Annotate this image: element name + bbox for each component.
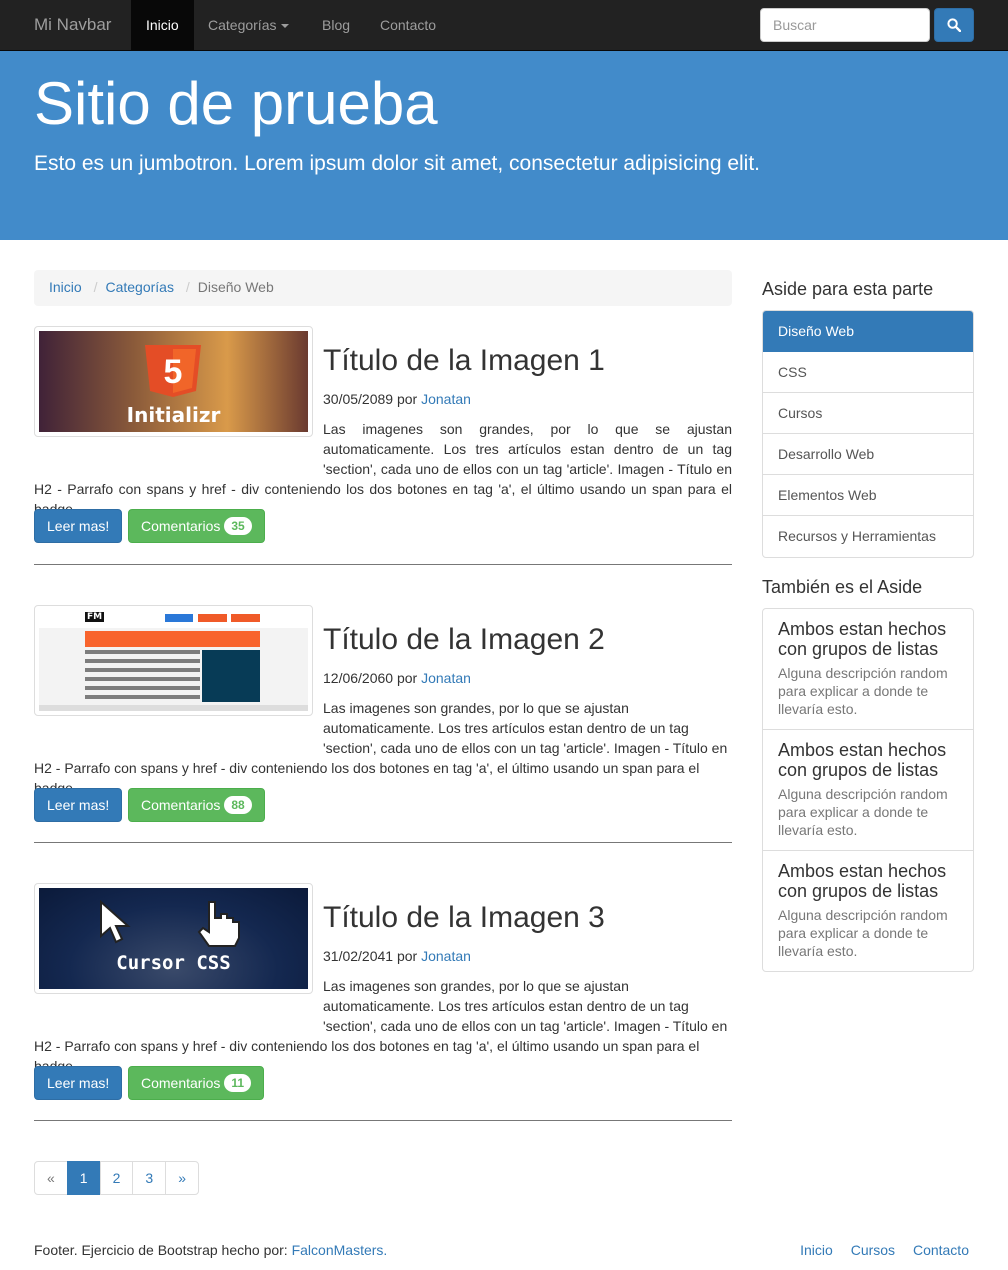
- article-text: Las imagenes son grandes, por lo que se …: [34, 976, 732, 1076]
- comments-label: Comentarios: [141, 518, 221, 534]
- article-by: por: [396, 948, 418, 964]
- comments-button[interactable]: Comentarios 11: [128, 1066, 265, 1100]
- comments-label: Comentarios: [141, 1075, 221, 1091]
- footer-author-link[interactable]: FalconMasters.: [292, 1242, 388, 1258]
- caret-down-icon: [281, 24, 290, 29]
- article-title: Título de la Imagen 2: [323, 623, 605, 656]
- pagination-page-2[interactable]: 2: [99, 1161, 134, 1195]
- aside-card[interactable]: Ambos estan hechos con grupos de listas …: [763, 851, 973, 971]
- svg-text:5: 5: [164, 353, 183, 391]
- comments-badge: 88: [224, 796, 252, 814]
- pagination-page-3[interactable]: 3: [132, 1161, 167, 1195]
- article-text: Las imagenes son grandes, por lo que se …: [34, 698, 732, 798]
- aside-card-title: Ambos estan hechos con grupos de listas: [778, 740, 947, 780]
- article-date: 12/06/2060: [323, 670, 394, 686]
- aside-card-text: Alguna descripción random para explicar …: [778, 665, 948, 717]
- footer-link-cursos[interactable]: Cursos: [851, 1242, 895, 1258]
- article-meta: 12/06/2060 por Jonatan: [323, 670, 471, 686]
- comments-button[interactable]: Comentarios 88: [128, 788, 265, 822]
- html5-logo-icon: 5: [145, 345, 201, 397]
- navbar-brand[interactable]: Mi Navbar: [34, 15, 111, 35]
- aside-card-text: Alguna descripción random para explicar …: [778, 907, 948, 959]
- jumbotron-title: Sitio de prueba: [34, 70, 438, 137]
- article-title: Título de la Imagen 1: [323, 344, 605, 377]
- aside-heading-2: También es el Aside: [762, 577, 923, 597]
- nav-item-inicio[interactable]: Inicio: [131, 0, 194, 50]
- article-divider: [34, 842, 732, 843]
- read-more-button[interactable]: Leer mas!: [34, 788, 123, 822]
- nav-item-categorias[interactable]: Categorías: [193, 0, 304, 50]
- article-author-link[interactable]: Jonatan: [421, 670, 471, 686]
- article-title: Título de la Imagen 3: [323, 901, 605, 934]
- aside-card-text: Alguna descripción random para explicar …: [778, 786, 948, 838]
- nav-item-categorias-label: Categorías: [208, 17, 277, 33]
- jumbotron: Sitio de prueba Esto es un jumbotron. Lo…: [0, 51, 1008, 240]
- article-author-link[interactable]: Jonatan: [421, 948, 471, 964]
- search-icon: [947, 18, 961, 32]
- article-text: Las imagenes son grandes, por lo que se …: [34, 419, 732, 519]
- aside-item-diseno-web[interactable]: Diseño Web: [763, 311, 973, 352]
- aside-item-recursos[interactable]: Recursos y Herramientas: [763, 516, 973, 557]
- nav-item-blog[interactable]: Blog: [307, 0, 365, 50]
- aside: Aside para esta parte Diseño Web CSS Cur…: [762, 270, 974, 972]
- article-meta: 30/05/2089 por Jonatan: [323, 391, 471, 407]
- breadcrumb-item-categorias[interactable]: Categorías: [105, 279, 173, 295]
- breadcrumb-item-current: Diseño Web: [178, 279, 274, 295]
- comments-badge: 11: [224, 1074, 252, 1092]
- aside-item-elementos-web[interactable]: Elementos Web: [763, 475, 973, 516]
- pagination-next[interactable]: »: [165, 1161, 199, 1195]
- aside-heading-1: Aside para esta parte: [762, 279, 934, 299]
- image-caption: Cursor CSS: [116, 952, 231, 974]
- pagination: « 1 2 3 »: [34, 1161, 199, 1195]
- aside-card-title: Ambos estan hechos con grupos de listas: [778, 619, 947, 659]
- aside-card[interactable]: Ambos estan hechos con grupos de listas …: [763, 730, 973, 851]
- hand-cursor-icon: [197, 901, 240, 947]
- comments-badge: 35: [224, 517, 252, 535]
- read-more-button[interactable]: Leer mas!: [34, 509, 123, 543]
- aside-card[interactable]: Ambos estan hechos con grupos de listas …: [763, 609, 973, 730]
- footer-link-inicio[interactable]: Inicio: [800, 1242, 833, 1258]
- aside-item-cursos[interactable]: Cursos: [763, 393, 973, 434]
- article-author-link[interactable]: Jonatan: [421, 391, 471, 407]
- search-button[interactable]: [934, 8, 974, 42]
- breadcrumb-item-inicio[interactable]: Inicio: [49, 279, 82, 295]
- footer-label: Footer. Ejercicio de Bootstrap hecho por…: [34, 1242, 288, 1258]
- aside-card-group: Ambos estan hechos con grupos de listas …: [762, 608, 974, 972]
- jumbotron-text: Esto es un jumbotron. Lorem ipsum dolor …: [34, 152, 761, 175]
- article-meta: 31/02/2041 por Jonatan: [323, 948, 471, 964]
- article-date: 30/05/2089: [323, 391, 394, 407]
- comments-label: Comentarios: [141, 797, 221, 813]
- footer-nav: Inicio Cursos Contacto: [786, 1242, 969, 1258]
- read-more-button[interactable]: Leer mas!: [34, 1066, 123, 1100]
- nav-item-contacto[interactable]: Contacto: [365, 0, 451, 50]
- aside-item-desarrollo-web[interactable]: Desarrollo Web: [763, 434, 973, 475]
- aside-list-group: Diseño Web CSS Cursos Desarrollo Web Ele…: [762, 310, 974, 558]
- comments-button[interactable]: Comentarios 35: [128, 509, 265, 543]
- footer-link-contacto[interactable]: Contacto: [913, 1242, 969, 1258]
- article-divider: [34, 564, 732, 565]
- aside-card-title: Ambos estan hechos con grupos de listas: [778, 861, 947, 901]
- navbar: Mi Navbar Inicio Categorías Blog Contact…: [0, 0, 1008, 51]
- article-by: por: [396, 670, 418, 686]
- pagination-page-1[interactable]: 1: [66, 1161, 101, 1195]
- arrow-cursor-icon: [100, 900, 131, 944]
- image-caption: FM: [85, 612, 105, 622]
- article-date: 31/02/2041: [323, 948, 394, 964]
- breadcrumb: Inicio Categorías Diseño Web: [34, 270, 732, 306]
- footer-text: Footer. Ejercicio de Bootstrap hecho por…: [34, 1242, 387, 1258]
- aside-item-css[interactable]: CSS: [763, 352, 973, 393]
- article-by: por: [396, 391, 418, 407]
- pagination-prev[interactable]: «: [34, 1161, 68, 1195]
- article-divider: [34, 1120, 732, 1121]
- main-content: Inicio Categorías Diseño Web 5 Initializ…: [34, 270, 732, 1121]
- search-input[interactable]: [760, 8, 930, 42]
